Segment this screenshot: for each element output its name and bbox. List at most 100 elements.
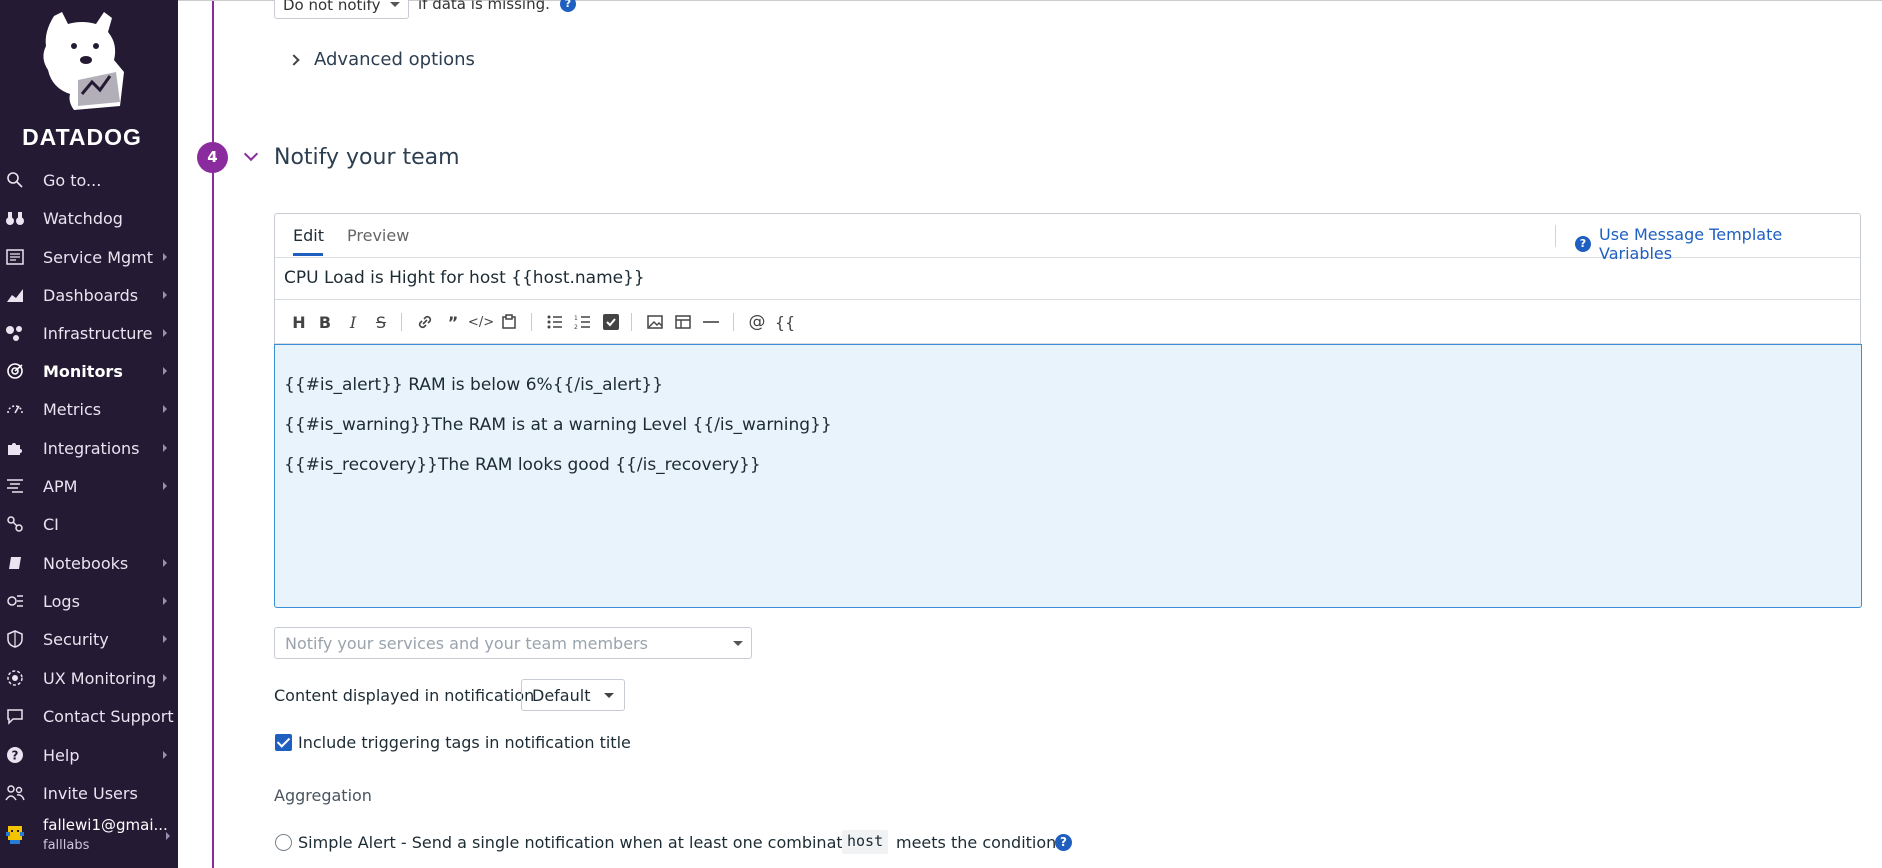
- dashboard-icon: [4, 284, 26, 306]
- chevron-right-icon: [163, 597, 167, 605]
- sidebar-item-metrics[interactable]: Metrics: [0, 392, 178, 426]
- aggregation-heading: Aggregation: [274, 786, 372, 805]
- sidebar-item-label: Infrastructure: [43, 323, 153, 343]
- user-menu[interactable]: fallewi1@gmai... falllabs: [0, 812, 178, 862]
- sidebar-item-infrastructure[interactable]: Infrastructure: [0, 316, 178, 350]
- simple-alert-label: Simple Alert - Send a single notificatio…: [298, 833, 888, 852]
- sidebar-item-contact-support[interactable]: Contact Support: [0, 699, 178, 733]
- advanced-options-toggle[interactable]: Advanced options: [288, 49, 475, 70]
- caret-down-icon: [390, 2, 400, 7]
- brand-text: DATADOG: [22, 124, 142, 150]
- horizontal-rule-icon[interactable]: [701, 312, 721, 332]
- tab-preview[interactable]: Preview: [347, 226, 409, 245]
- link-icon[interactable]: [415, 312, 435, 332]
- step-title: Notify your team: [274, 145, 460, 170]
- message-editor: Edit Preview ? Use Message Template Vari…: [274, 213, 1862, 608]
- content-displayed-select[interactable]: Default: [521, 679, 625, 711]
- sidebar-item-notebooks[interactable]: Notebooks: [0, 546, 178, 580]
- help-icon[interactable]: ?: [1055, 834, 1072, 851]
- tab-edit[interactable]: Edit: [293, 226, 324, 245]
- quote-icon[interactable]: ”: [443, 312, 463, 332]
- numbered-list-icon[interactable]: 12: [573, 312, 593, 332]
- table-icon[interactable]: [673, 312, 693, 332]
- sidebar-item-label: Watchdog: [43, 208, 123, 228]
- sidebar-item-dashboards[interactable]: Dashboards: [0, 278, 178, 312]
- divider: [531, 313, 532, 331]
- chevron-right-icon: [166, 832, 170, 840]
- simple-alert-radio[interactable]: [275, 834, 292, 851]
- step-timeline: [212, 1, 214, 868]
- svg-text:2: 2: [574, 324, 578, 331]
- content-displayed-value: Default: [532, 686, 591, 705]
- sidebar-item-label: Service Mgmt: [43, 247, 154, 267]
- no-data-notify-select[interactable]: Do not notify: [274, 0, 409, 19]
- body-line-recovery: {{#is_recovery}}The RAM looks good {{/is…: [284, 455, 761, 475]
- svg-text:1: 1: [574, 315, 578, 322]
- datadog-logo[interactable]: DATADOG: [0, 10, 178, 150]
- sidebar-item-apm[interactable]: APM: [0, 469, 178, 503]
- puzzle-icon: [4, 437, 26, 459]
- sidebar-item-label: Integrations: [43, 438, 140, 458]
- code-icon[interactable]: </>: [468, 312, 494, 332]
- sidebar-item-label: UX Monitoring: [43, 668, 157, 688]
- chevron-right-icon: [163, 405, 167, 413]
- sidebar-item-go-to[interactable]: Go to...: [0, 163, 178, 197]
- notify-recipients-select[interactable]: Notify your services and your team membe…: [274, 627, 752, 659]
- sidebar-item-security[interactable]: Security: [0, 622, 178, 656]
- heading-icon[interactable]: H: [289, 312, 309, 332]
- user-email: fallewi1@gmai...: [43, 816, 168, 834]
- chat-icon: [4, 705, 26, 727]
- italic-icon[interactable]: I: [343, 312, 363, 332]
- include-tags-checkbox[interactable]: [275, 734, 292, 751]
- sidebar-item-label: Notebooks: [43, 553, 129, 573]
- help-icon[interactable]: ?: [560, 0, 576, 12]
- apm-icon: [4, 475, 26, 497]
- template-variable-icon[interactable]: {{: [775, 312, 795, 332]
- user-org: falllabs: [43, 838, 90, 853]
- divider: [401, 313, 402, 331]
- simple-alert-suffix: meets the condition.: [896, 833, 1062, 852]
- sidebar-item-ux-monitoring[interactable]: UX Monitoring: [0, 661, 178, 695]
- notification-title-input[interactable]: CPU Load is Hight for host {{host.name}}: [275, 258, 1860, 300]
- sidebar-item-label: Contact Support: [43, 706, 174, 726]
- content-displayed-label: Content displayed in notification: [274, 686, 535, 705]
- bullet-list-icon[interactable]: [545, 312, 565, 332]
- no-data-notify-value: Do not notify: [283, 0, 381, 14]
- code-block-icon[interactable]: [499, 312, 519, 332]
- sidebar-item-logs[interactable]: Logs: [0, 584, 178, 618]
- include-tags-label: Include triggering tags in notification …: [298, 733, 631, 752]
- sidebar-item-monitors[interactable]: Monitors: [0, 354, 178, 388]
- message-body-textarea[interactable]: {{#is_alert}} RAM is below 6%{{/is_alert…: [274, 344, 1862, 608]
- sidebar-item-label: Go to...: [43, 170, 102, 190]
- ux-icon: [4, 667, 26, 689]
- notebook-icon: [4, 552, 26, 574]
- notify-recipients-placeholder: Notify your services and your team membe…: [285, 634, 648, 653]
- sidebar-item-watchdog[interactable]: Watchdog: [0, 201, 178, 235]
- main-content: Do not notify if data is missing. ? Adva…: [178, 0, 1882, 868]
- sidebar-item-label: CI: [43, 514, 59, 534]
- sidebar-item-ci[interactable]: CI: [0, 507, 178, 541]
- checklist-icon[interactable]: [601, 312, 621, 332]
- step-number-badge: 4: [197, 142, 228, 173]
- chevron-down-icon[interactable]: [243, 146, 259, 162]
- sidebar-item-invite-users[interactable]: Invite Users: [0, 776, 178, 810]
- sidebar-item-integrations[interactable]: Integrations: [0, 431, 178, 465]
- formatting-toolbar: H B I S ” </> 12 @ {{: [275, 300, 1860, 344]
- body-line-alert: {{#is_alert}} RAM is below 6%{{/is_alert…: [284, 375, 664, 395]
- strikethrough-icon[interactable]: S: [371, 312, 391, 332]
- chevron-right-icon: [163, 751, 167, 759]
- sidebar-item-label: APM: [43, 476, 78, 496]
- infrastructure-icon: [4, 322, 26, 344]
- shield-icon: [4, 628, 26, 650]
- sidebar-item-label: Invite Users: [43, 783, 138, 803]
- help-icon: ?: [4, 744, 26, 766]
- mention-icon[interactable]: @: [747, 312, 767, 332]
- bold-icon[interactable]: B: [315, 312, 335, 332]
- image-icon[interactable]: [645, 312, 665, 332]
- advanced-options-label: Advanced options: [314, 49, 475, 70]
- chevron-right-icon: [163, 559, 167, 567]
- ci-icon: [4, 513, 26, 535]
- sidebar-item-help[interactable]: ? Help: [0, 738, 178, 772]
- sidebar-item-service-mgmt[interactable]: Service Mgmt: [0, 240, 178, 274]
- body-line-warning: {{#is_warning}}The RAM is at a warning L…: [284, 415, 832, 435]
